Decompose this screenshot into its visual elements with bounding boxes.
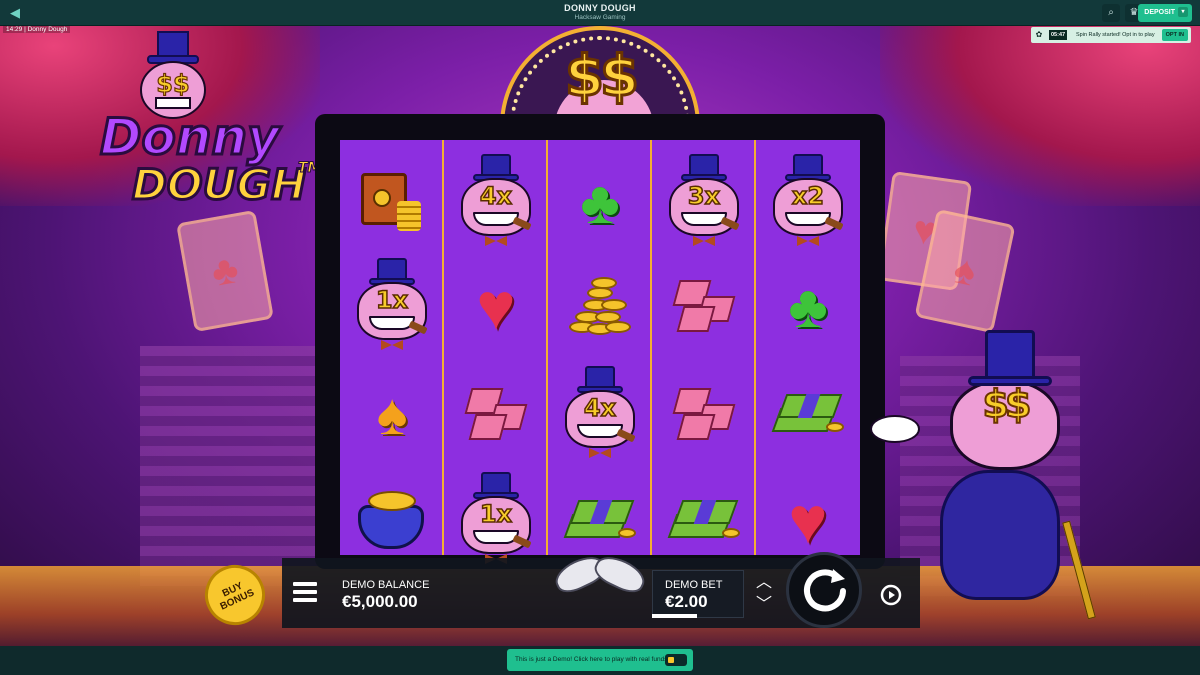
spin-button[interactable] — [786, 552, 862, 628]
bet-label: DEMO BET — [665, 579, 723, 591]
reel-cell: ♠ — [340, 362, 444, 466]
hat-brim — [968, 376, 1052, 386]
reel-cell — [652, 468, 756, 572]
bet-value: €2.00 — [665, 592, 708, 611]
donny-multiplier-symbol: 4x — [557, 366, 643, 462]
spin-arrow-icon — [804, 569, 846, 612]
donny-multiplier-symbol: 1x — [349, 258, 435, 354]
heart-icon: ♥ — [788, 483, 828, 557]
multiplier-label: 1x — [479, 499, 513, 529]
logo-text-dough: DOUGH — [130, 159, 307, 211]
demo-notice-button[interactable]: This is just a Demo! Click here to play … — [507, 649, 693, 671]
svg-text:$$: $$ — [156, 70, 189, 98]
emblem-dollar-eyes: $$ — [564, 43, 641, 111]
opt-in-button[interactable]: OPT IN — [1161, 29, 1188, 41]
game-provider: Hacksaw Gaming — [574, 14, 626, 21]
multiplier-label: 1x — [375, 285, 409, 315]
game-logo: $$ Donny DOUGH TM — [98, 30, 322, 220]
reel-cell — [652, 362, 756, 466]
character-body — [940, 470, 1060, 600]
game-title: DONNY DOUGH — [564, 3, 636, 13]
reel-cell: x2 — [756, 150, 860, 254]
multiplier-label: 3x — [687, 181, 721, 211]
donny-multiplier-symbol: x2 — [765, 154, 851, 250]
multiplier-label: 4x — [479, 181, 513, 211]
background-card-left: ♣ — [176, 209, 274, 333]
cane-icon — [1062, 520, 1096, 620]
bet-increase-chevron-up-icon[interactable]: ︿ — [752, 574, 776, 592]
gems-icon — [458, 382, 534, 446]
donny-multiplier-symbol: 4x — [453, 154, 539, 250]
rally-timer: 05:47 — [1049, 30, 1068, 40]
gems-icon — [666, 274, 742, 338]
reel-cell: 3x — [652, 150, 756, 254]
reel-cell — [340, 468, 444, 572]
reel-cell: ♣ — [756, 254, 860, 358]
status-time: 14:29 | Donny Dough — [3, 26, 71, 33]
top-bar: ◀ DONNY DOUGH Hacksaw Gaming ⌕ ♛ DEPOSIT… — [0, 0, 1200, 26]
multiplier-label: x2 — [791, 181, 825, 211]
reel-cell — [444, 362, 548, 466]
reel-cell: ♥ — [444, 254, 548, 358]
gloved-hands-icon — [550, 542, 650, 598]
glove-icon — [870, 415, 920, 443]
rally-icon: ✿ — [1035, 30, 1043, 39]
rally-notification[interactable]: ✿ 05:47 Spin Rally started! Opt in to pl… — [1031, 27, 1191, 43]
rally-message: Spin Rally started! Opt in to play — [1076, 32, 1155, 38]
logo-text-donny: Donny — [99, 107, 282, 168]
menu-icon[interactable] — [293, 582, 319, 604]
real-funds-toggle[interactable] — [665, 654, 687, 666]
safe-icon — [357, 167, 427, 237]
club-icon: ♣ — [580, 168, 620, 236]
bet-decrease-chevron-down-icon[interactable]: ﹀ — [752, 596, 776, 614]
autoplay-icon[interactable] — [878, 582, 904, 608]
cash-stack-icon — [560, 490, 640, 550]
reel-cell: ♣ — [548, 150, 652, 254]
spade-icon: ♠ — [376, 381, 408, 447]
reel-cell: 4x — [548, 362, 652, 466]
staircase-left — [140, 346, 320, 586]
chevron-down-icon: ▾ — [1178, 7, 1188, 18]
reel-cell: 1x — [340, 254, 444, 358]
reel-cell — [756, 362, 860, 466]
balance-label: DEMO BALANCE — [342, 579, 430, 591]
logo-donny-face-icon: $$ — [140, 31, 206, 119]
character-dollar-eyes: $$ — [982, 381, 1033, 427]
reel-cell — [340, 150, 444, 254]
coin-purse-icon — [352, 485, 432, 555]
gems-icon — [666, 382, 742, 446]
demo-notice-text: This is just a Demo! Click here to play … — [515, 656, 670, 663]
balance-value: €5,000.00 — [342, 592, 418, 611]
reel-cell — [548, 254, 652, 358]
club-icon: ♣ — [788, 272, 828, 340]
multiplier-label: 4x — [583, 393, 617, 423]
reel-cell: 4x — [444, 150, 548, 254]
deposit-button[interactable]: DEPOSIT ▾ — [1138, 4, 1192, 22]
donny-multiplier-symbol: 1x — [453, 472, 539, 568]
donny-multiplier-symbol: 3x — [661, 154, 747, 250]
top-hat-icon — [985, 330, 1035, 380]
bet-level-bar — [652, 614, 697, 618]
search-icon[interactable]: ⌕ — [1102, 4, 1120, 22]
reel-cell — [652, 254, 756, 358]
cash-stack-icon — [768, 384, 848, 444]
cash-stack-icon — [664, 490, 744, 550]
reel-cell: 1x — [444, 468, 548, 572]
heart-icon: ♥ — [476, 269, 516, 343]
coins-icon — [565, 273, 635, 339]
